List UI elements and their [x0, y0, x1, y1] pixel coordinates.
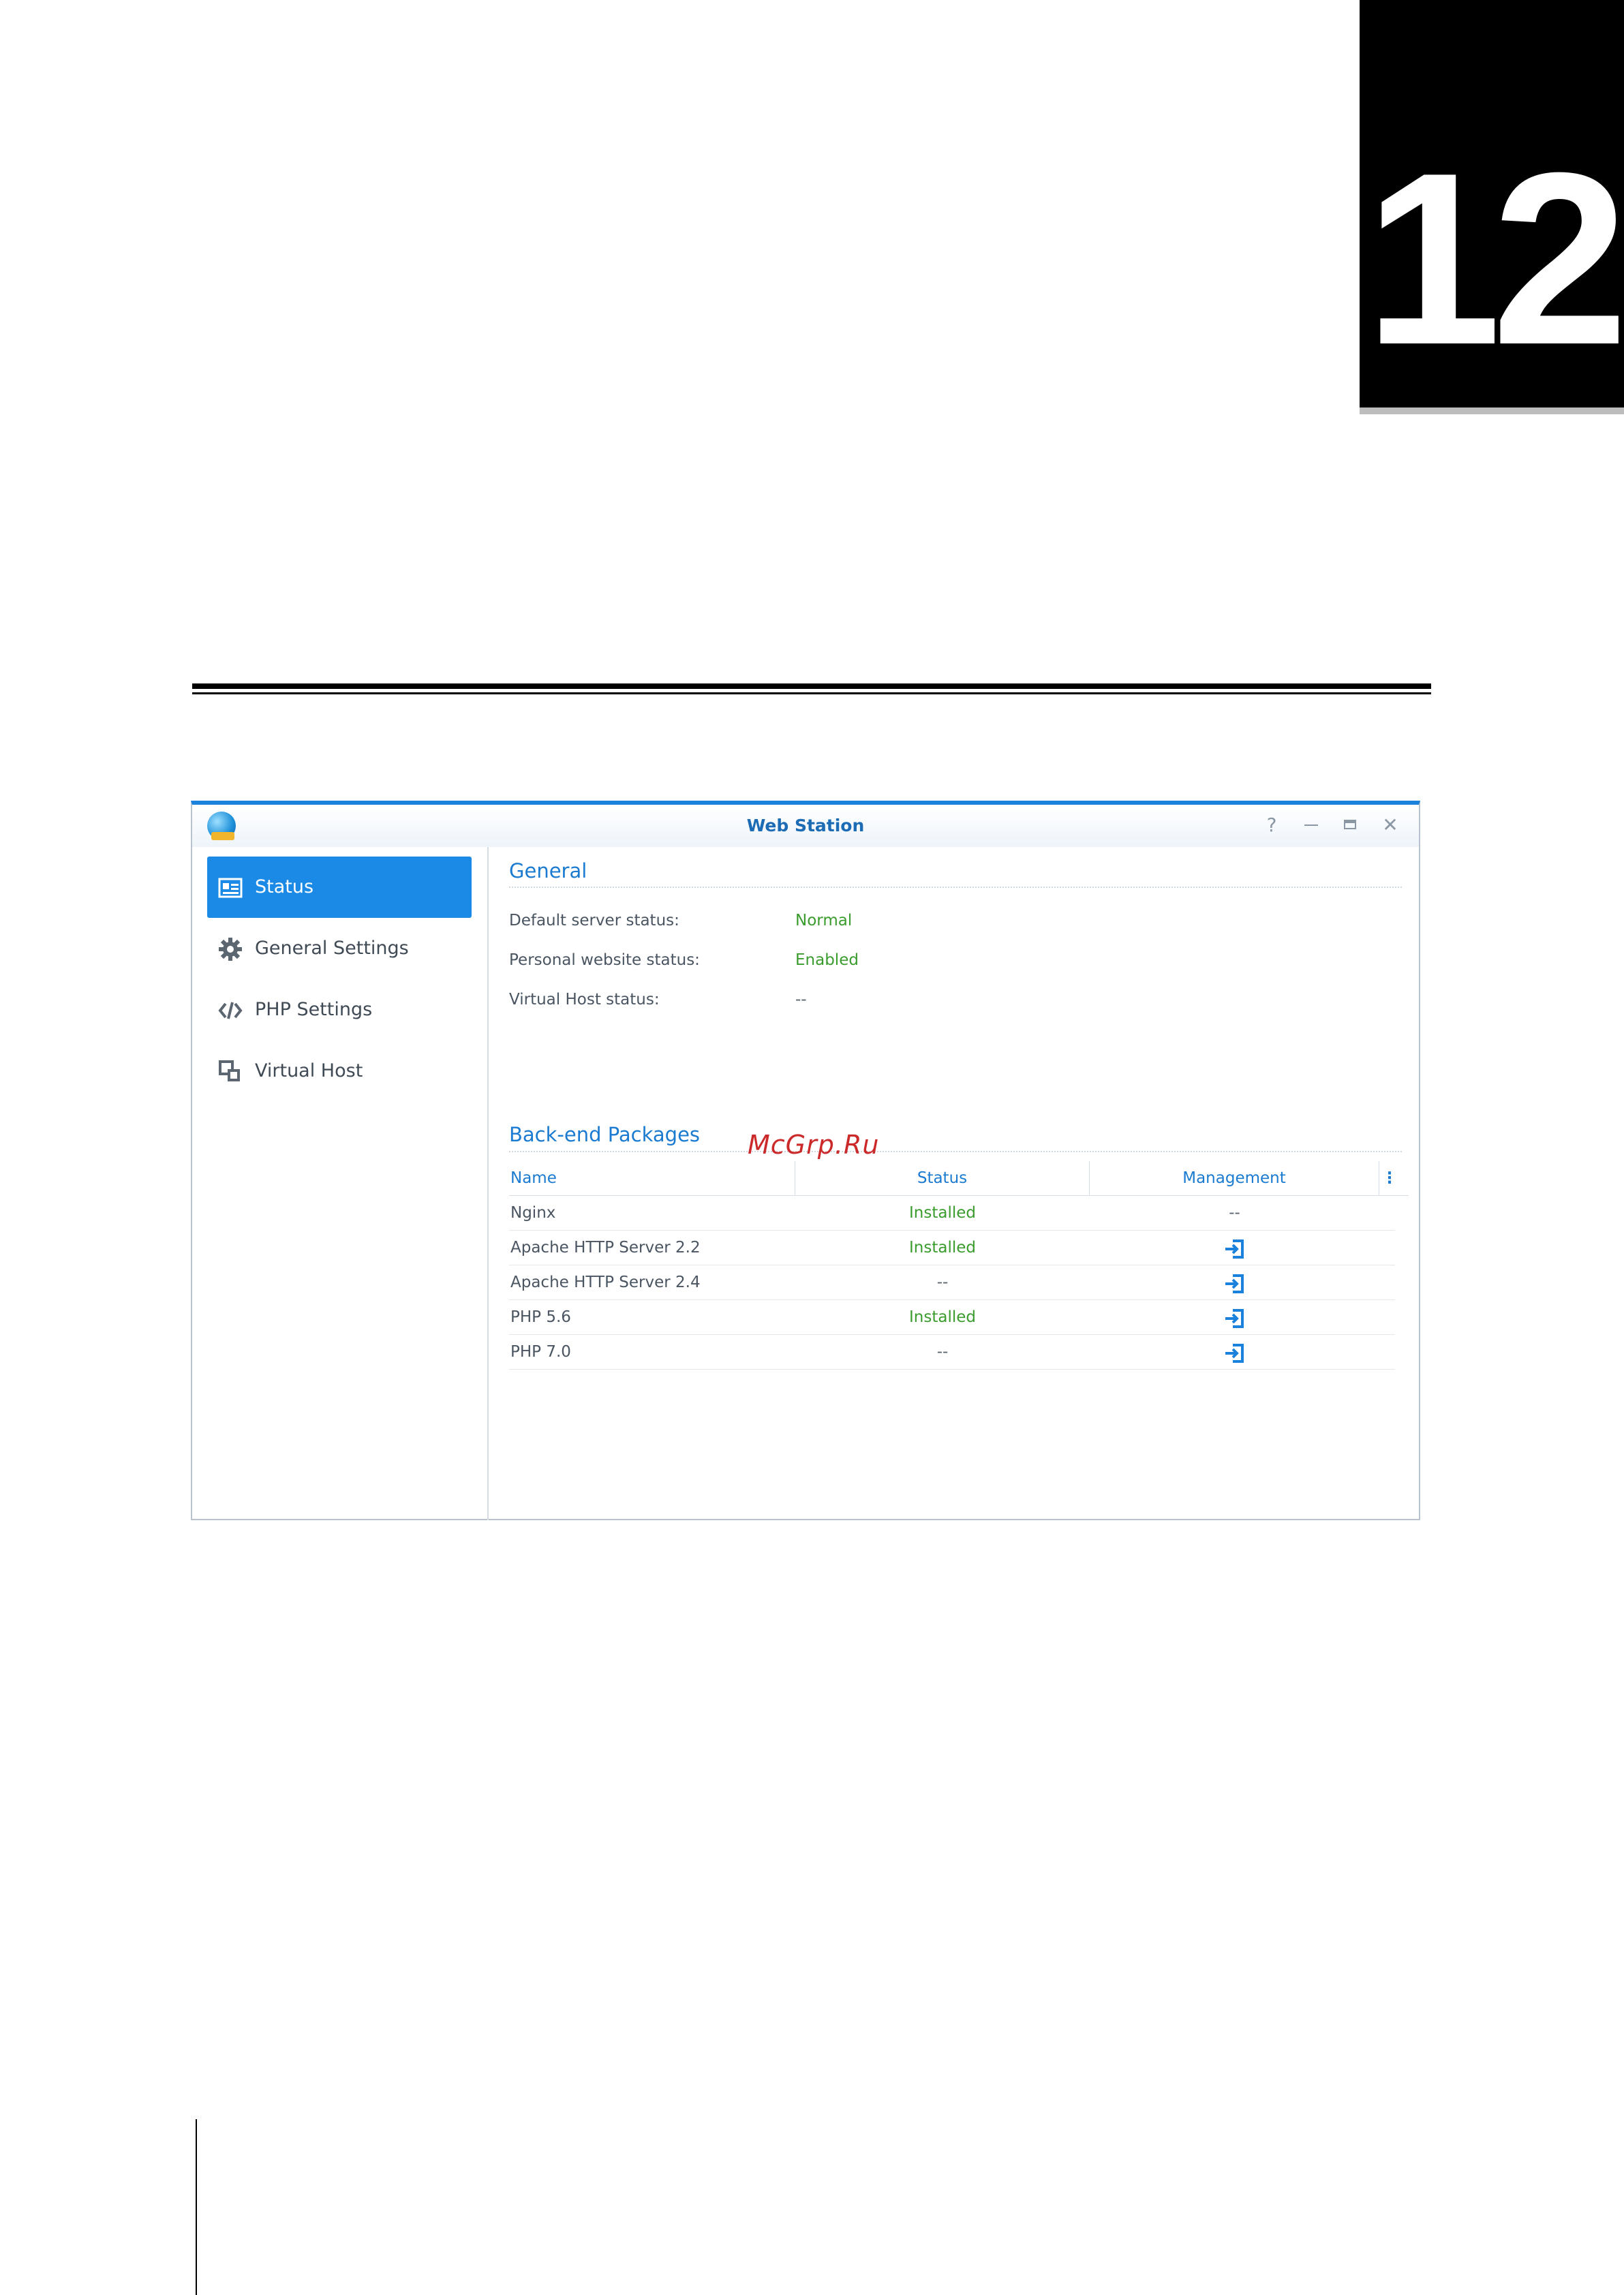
sidebar-item-label: Status	[255, 876, 314, 897]
window-titlebar[interactable]: Web Station ? ✕	[192, 805, 1419, 847]
column-header-status[interactable]: Status	[795, 1161, 1090, 1195]
window-title: Web Station	[746, 816, 865, 835]
chapter-rule-thick	[192, 683, 1431, 689]
status-panel: General Default server status: Normal Pe…	[489, 847, 1419, 1520]
package-name: Apache HTTP Server 2.4	[510, 1274, 701, 1291]
package-name: PHP 5.6	[510, 1308, 571, 1326]
minimize-icon	[1304, 825, 1318, 826]
package-status: Installed	[909, 1204, 976, 1222]
section-divider	[509, 887, 1402, 888]
default-server-status-value: Normal	[795, 912, 853, 929]
personal-website-status-label: Personal website status:	[509, 951, 700, 969]
close-button[interactable]: ✕	[1379, 814, 1401, 836]
chapter-rule-thin	[192, 692, 1431, 694]
package-name: PHP 7.0	[510, 1343, 571, 1361]
sidebar-item-virtual-host[interactable]: Virtual Host	[207, 1041, 472, 1102]
watermark: McGrp.Ru	[748, 1130, 880, 1160]
help-button[interactable]: ?	[1261, 814, 1283, 836]
chapter-tab: 12	[1360, 0, 1624, 407]
status-card-icon	[218, 878, 243, 898]
web-station-window: Web Station ? ✕ Status General Settings …	[191, 801, 1420, 1520]
default-server-status-label: Default server status:	[509, 912, 679, 929]
package-name: Nginx	[510, 1204, 556, 1222]
maximize-button[interactable]	[1340, 814, 1362, 836]
column-header-name[interactable]: Name	[509, 1161, 795, 1195]
chapter-number: 12	[1364, 122, 1624, 396]
package-status: Installed	[909, 1308, 976, 1326]
open-icon[interactable]	[1224, 1343, 1244, 1364]
package-name: Apache HTTP Server 2.2	[510, 1239, 701, 1257]
virtual-host-status-label: Virtual Host status:	[509, 991, 660, 1008]
column-options-icon[interactable]: ⋮	[1379, 1161, 1400, 1195]
personal-website-status-value: Enabled	[795, 951, 859, 969]
sidebar: Status General Settings PHP Settings Vir…	[192, 847, 489, 1520]
virtual-host-icon	[219, 1060, 240, 1081]
package-status: --	[936, 1274, 949, 1291]
maximize-icon	[1344, 820, 1356, 829]
page-margin-line	[196, 2119, 197, 2295]
column-header-management[interactable]: Management	[1090, 1161, 1379, 1195]
table-header: Name Status Management ⋮	[509, 1161, 1409, 1196]
table-row: PHP 7.0 --	[509, 1335, 1395, 1370]
general-section-title: General	[509, 859, 587, 882]
gear-icon	[219, 938, 242, 961]
table-row: PHP 5.6 Installed	[509, 1300, 1395, 1335]
code-icon	[218, 1002, 243, 1019]
table-row: Nginx Installed --	[509, 1196, 1395, 1231]
sidebar-item-label: Virtual Host	[255, 1060, 363, 1081]
open-icon[interactable]	[1224, 1274, 1244, 1294]
minimize-button[interactable]	[1300, 814, 1322, 836]
open-icon[interactable]	[1224, 1308, 1244, 1329]
backend-packages-title: Back-end Packages	[509, 1123, 701, 1146]
backend-packages-table: Name Status Management ⋮ Nginx Installed…	[509, 1161, 1409, 1370]
package-management: --	[1229, 1204, 1240, 1222]
sidebar-item-php-settings[interactable]: PHP Settings	[207, 979, 472, 1041]
package-status: --	[936, 1343, 949, 1361]
sidebar-item-general-settings[interactable]: General Settings	[207, 918, 472, 979]
virtual-host-status-value: --	[795, 991, 807, 1008]
table-row: Apache HTTP Server 2.2 Installed	[509, 1231, 1395, 1265]
sidebar-item-label: General Settings	[255, 938, 409, 959]
open-icon[interactable]	[1224, 1239, 1244, 1259]
package-status: Installed	[909, 1239, 976, 1257]
sidebar-item-status[interactable]: Status	[207, 857, 472, 918]
table-row: Apache HTTP Server 2.4 --	[509, 1265, 1395, 1300]
sidebar-item-label: PHP Settings	[255, 999, 373, 1020]
section-divider	[509, 1151, 1402, 1152]
